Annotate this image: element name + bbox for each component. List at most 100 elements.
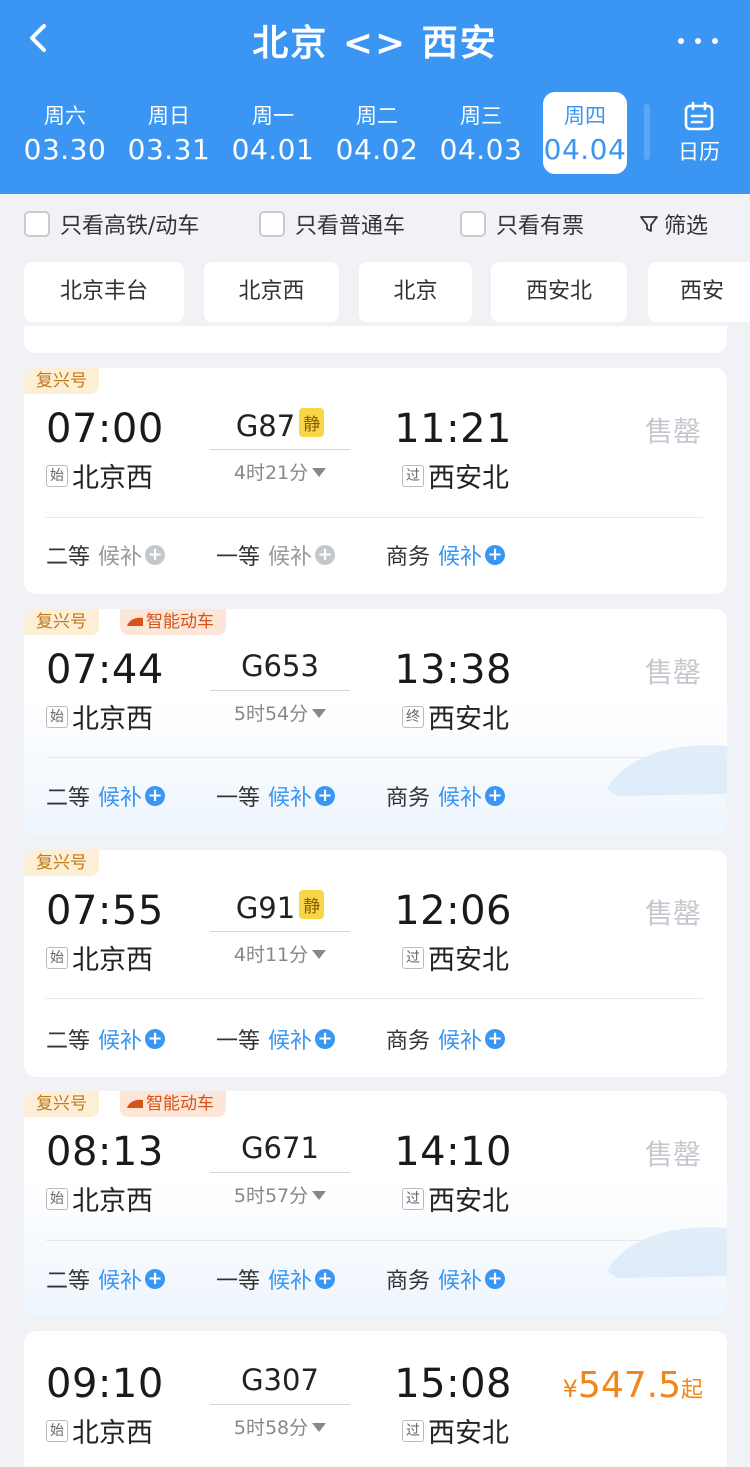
waitlist-label: 候补 [98, 545, 143, 570]
seat-row: 二等 候补 + 一等 候补 + 商务 候补 + [46, 539, 706, 573]
checkbox-icon [24, 211, 50, 237]
fuxing-tag: 复兴号 [24, 609, 99, 635]
seat-business-class[interactable]: 商务 候补 + [386, 1023, 506, 1055]
date-tab-0401[interactable]: 周一 04.01 [221, 92, 325, 174]
card-divider [46, 757, 703, 758]
only-normal-checkbox[interactable]: 只看普通车 [259, 208, 405, 240]
top-header: 北京 <> 西安 周六 03.30 周日 03.31 周一 04.01 周二 0… [0, 0, 750, 194]
seat-first-class[interactable]: 一等 候补 + [216, 539, 336, 571]
date-tab-0402[interactable]: 周二 04.02 [325, 92, 429, 174]
pass-mark: 过 [402, 946, 424, 969]
plus-icon: + [145, 786, 166, 806]
route-line [210, 1404, 350, 1405]
arrival-time: 14:10 [394, 1129, 512, 1175]
arrival-station: 过西安北 [402, 1411, 509, 1450]
caret-down-icon [312, 1423, 327, 1432]
train-number: G91 静 [210, 890, 350, 925]
departure-station: 始北京西 [46, 456, 153, 495]
departure-station: 始北京西 [46, 697, 153, 736]
train-card-g87[interactable]: 复兴号 07:00 G87 静 11:21 4时21分 始北京西 过西安北 售罄 … [24, 368, 727, 594]
date-divider [644, 104, 650, 160]
more-dot [695, 38, 701, 44]
date-tab-0403[interactable]: 周三 04.03 [429, 92, 533, 174]
seat-first-class[interactable]: 一等 候补 + [216, 1263, 336, 1295]
waitlist-label: 候补 [98, 786, 143, 811]
plus-icon: + [315, 1029, 336, 1049]
quiet-badge: 静 [299, 890, 325, 919]
train-card-g307[interactable]: 09:10 G307 15:08 5时58分 始北京西 过西安北 ¥547.5起 [24, 1331, 727, 1467]
seat-first-class[interactable]: 一等 候补 + [216, 780, 336, 812]
seat-class: 二等 [46, 786, 91, 811]
date-weekday: 周日 [148, 104, 190, 128]
train-number: G653 [241, 649, 319, 683]
waitlist-label: 候补 [98, 1029, 143, 1054]
plus-icon: + [485, 545, 506, 565]
waitlist-label: 候补 [268, 1269, 313, 1294]
quiet-badge: 静 [299, 408, 325, 437]
waitlist-label: 候补 [98, 1269, 143, 1294]
only-available-checkbox[interactable]: 只看有票 [460, 208, 584, 240]
calendar-button[interactable]: 日历 [664, 100, 734, 170]
seat-second-class[interactable]: 二等 候补 + [46, 1023, 166, 1055]
date-tab-0330[interactable]: 周六 03.30 [13, 92, 117, 174]
filter-button[interactable]: 筛选 [638, 208, 708, 240]
station-chip-beijing[interactable]: 北京 [359, 262, 472, 322]
origin-mark: 始 [46, 946, 68, 969]
card-divider [46, 998, 703, 999]
departure-station: 始北京西 [46, 938, 153, 977]
seat-business-class[interactable]: 商务 候补 + [386, 539, 506, 571]
train-card-g671[interactable]: 复兴号 智能动车 08:13 G671 14:10 5时57分 始北京西 过西安… [24, 1091, 727, 1317]
checkbox-label: 只看有票 [496, 214, 585, 239]
plus-icon: + [145, 1269, 166, 1289]
checkbox-label: 只看普通车 [295, 214, 406, 239]
seat-class: 商务 [386, 1269, 431, 1294]
train-number: G671 [241, 1131, 319, 1165]
station-name: 北京西 [72, 1418, 153, 1449]
price-value: 547.5 [577, 1365, 681, 1406]
station-name: 北京西 [72, 1186, 153, 1217]
date-tab-0331[interactable]: 周日 03.31 [117, 92, 221, 174]
arrival-station: 过西安北 [402, 938, 509, 977]
station-chip-xian[interactable]: 西安 [648, 262, 750, 322]
station-chip-beijingxi[interactable]: 北京西 [204, 262, 339, 322]
origin-mark: 始 [46, 1419, 68, 1442]
train-card-g91[interactable]: 复兴号 07:55 G91 静 12:06 4时11分 始北京西 过西安北 售罄 … [24, 850, 727, 1077]
station-chip-xianbei[interactable]: 西安北 [491, 262, 627, 322]
seat-first-class[interactable]: 一等 候补 + [216, 1023, 336, 1055]
station-name: 北京西 [72, 704, 153, 735]
pass-mark: 过 [402, 1419, 424, 1442]
station-chip-beijingfengtai[interactable]: 北京丰台 [24, 262, 184, 322]
date-tab-0404-selected[interactable]: 周四 04.04 [543, 92, 627, 174]
more-button[interactable] [676, 22, 720, 58]
seat-second-class[interactable]: 二等 候补 + [46, 1263, 166, 1295]
price-suffix: 起 [680, 1378, 703, 1403]
duration-toggle[interactable]: 5时54分 [210, 699, 350, 726]
plus-icon: + [315, 786, 336, 806]
more-dots-icon [678, 38, 684, 44]
fuxing-tag: 复兴号 [24, 850, 99, 876]
seat-second-class[interactable]: 二等 候补 + [46, 780, 166, 812]
seat-row: 二等 候补 + 一等 候补 + 商务 候补 + [46, 780, 706, 814]
plus-icon: + [485, 1269, 506, 1289]
date-value: 04.02 [335, 133, 419, 166]
duration-toggle[interactable]: 5时57分 [210, 1181, 350, 1208]
duration-toggle[interactable]: 4时21分 [210, 458, 350, 485]
date-weekday: 周三 [460, 104, 502, 128]
seat-business-class[interactable]: 商务 候补 + [386, 780, 506, 812]
date-value: 03.31 [127, 133, 211, 166]
smart-train-label: 智能动车 [146, 612, 214, 632]
checkbox-icon [259, 211, 285, 237]
seat-business-class[interactable]: 商务 候补 + [386, 1263, 506, 1295]
station-name: 西安北 [428, 463, 509, 494]
filter-label: 筛选 [664, 214, 709, 239]
price-currency: ¥ [562, 1375, 578, 1403]
train-card-g653[interactable]: 复兴号 智能动车 07:44 G653 13:38 5时54分 始北京西 终西安… [24, 609, 727, 836]
duration-toggle[interactable]: 5时58分 [210, 1413, 350, 1440]
more-dot [712, 38, 718, 44]
seat-second-class[interactable]: 二等 候补 + [46, 539, 166, 571]
only-high-speed-checkbox[interactable]: 只看高铁/动车 [24, 208, 199, 240]
duration-toggle[interactable]: 4时11分 [210, 940, 350, 967]
smart-train-tag: 智能动车 [120, 1091, 226, 1117]
seat-class: 商务 [386, 1029, 431, 1054]
origin-mark: 始 [46, 705, 68, 728]
